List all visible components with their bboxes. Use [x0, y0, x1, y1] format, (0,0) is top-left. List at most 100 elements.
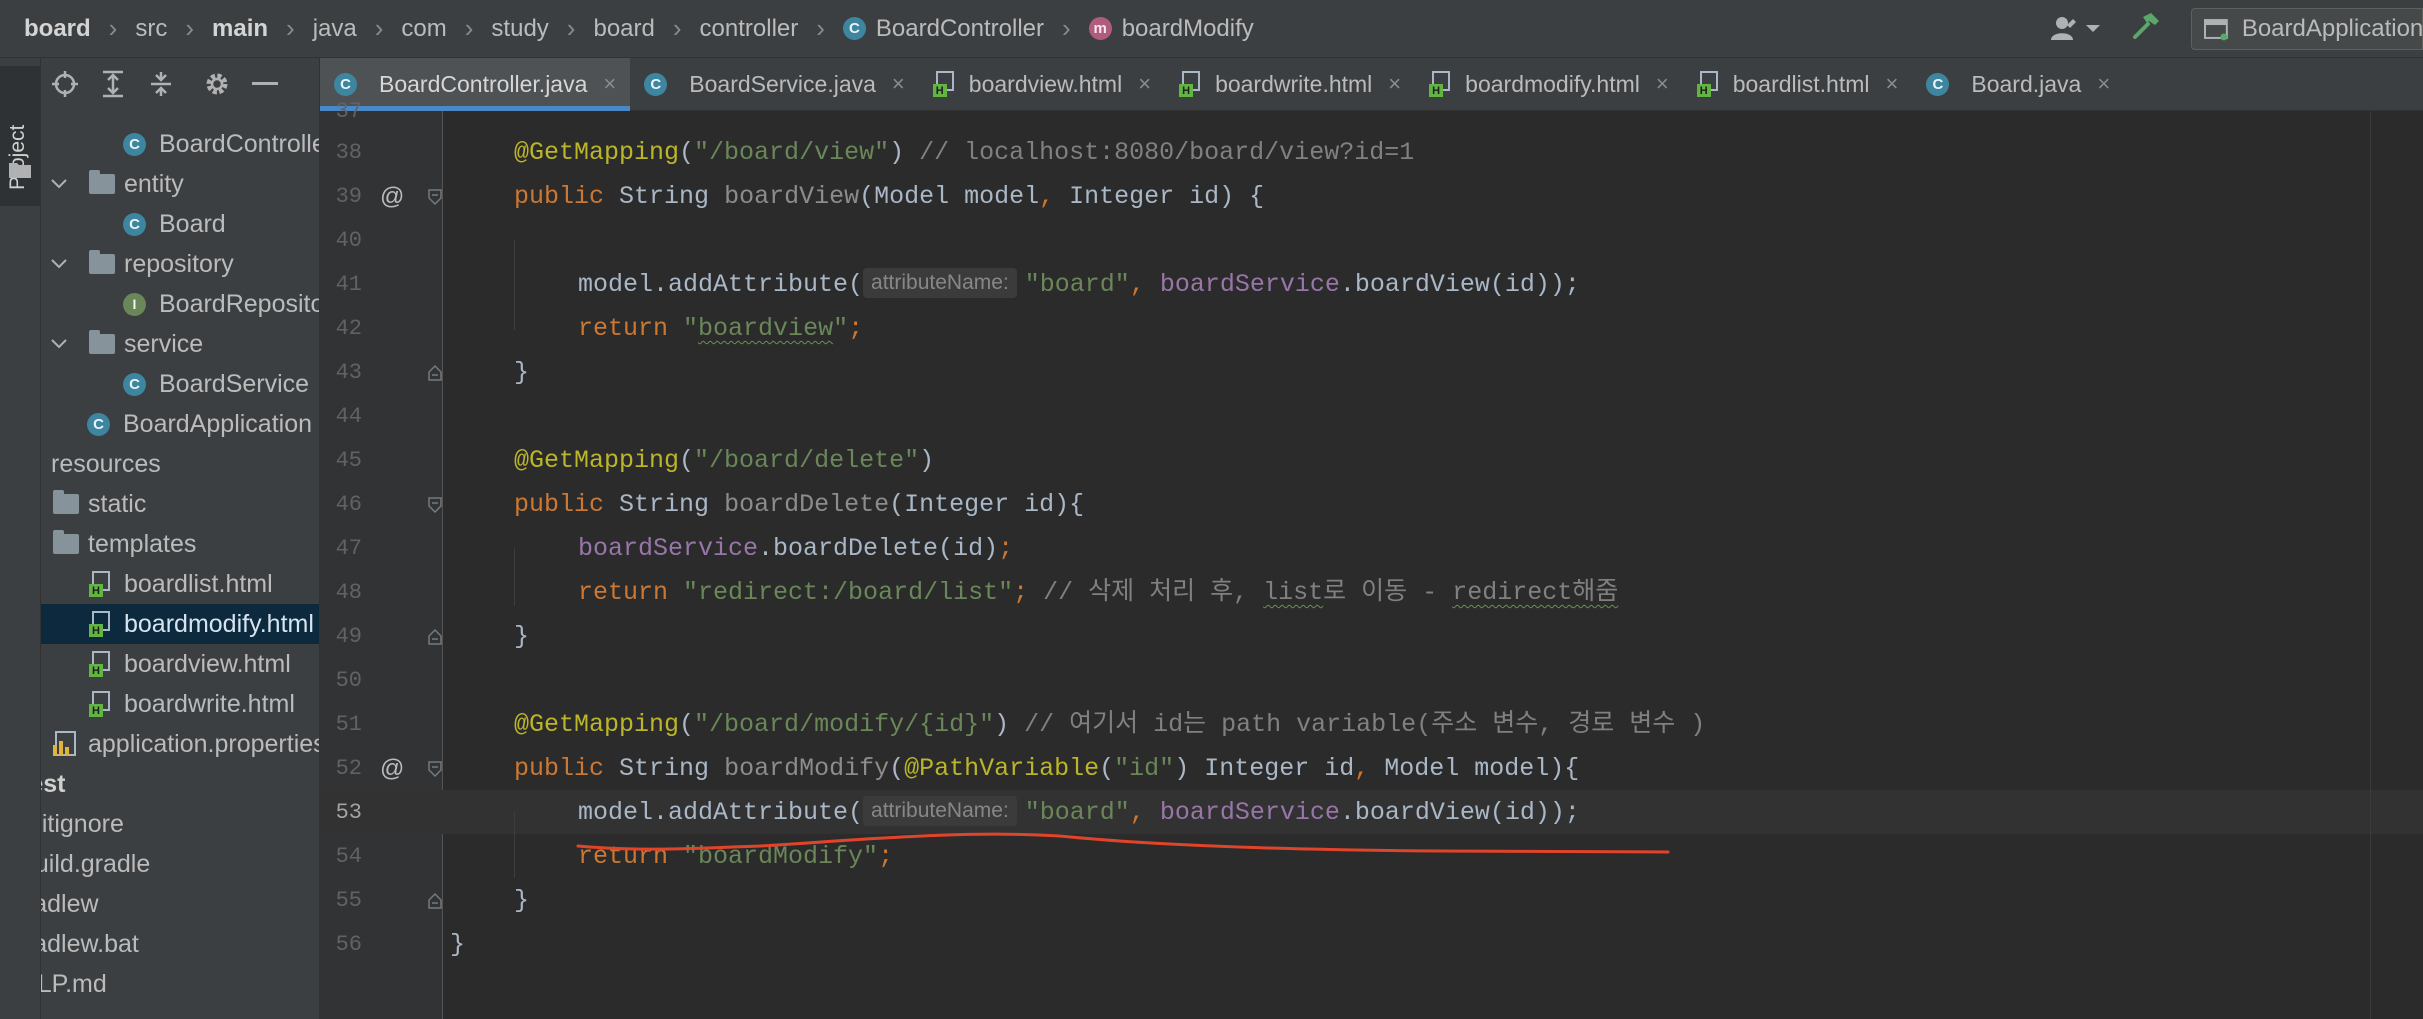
tree-item-file[interactable]: gradlew.bat	[41, 924, 319, 964]
run-configuration-label: BoardApplication	[2241, 14, 2422, 42]
close-icon[interactable]: ×	[1138, 71, 1151, 97]
line-number: 51	[335, 712, 362, 737]
tab-boardwrite-html[interactable]: H boardwrite.html ×	[1165, 58, 1415, 110]
close-icon[interactable]: ×	[1886, 71, 1899, 97]
tool-window-stripe: Project	[0, 58, 41, 1019]
code-token: public	[514, 490, 605, 519]
chevron-right-icon: ›	[108, 13, 118, 43]
tree-item-file[interactable]: .gitignore	[41, 804, 319, 844]
collapse-all-button[interactable]	[137, 58, 185, 110]
breadcrumb-item-method[interactable]: m boardModify	[1088, 15, 1254, 43]
code-line: public String boardModify(@PathVariable(…	[514, 747, 1579, 791]
user-menu-button[interactable]	[2051, 16, 2101, 42]
chevron-down-icon[interactable]	[49, 334, 69, 354]
close-icon[interactable]: ×	[2097, 71, 2110, 97]
tree-item-folder[interactable]: test	[41, 764, 319, 804]
code-token: Integer id	[1189, 754, 1355, 783]
parameter-hint: attributeName:	[863, 796, 1017, 826]
fold-close-icon[interactable]	[428, 629, 442, 645]
tab-boardlist-html[interactable]: H boardlist.html ×	[1683, 58, 1913, 110]
line-number: 39	[335, 184, 362, 209]
chevron-down-icon[interactable]	[49, 254, 69, 274]
breadcrumb-item[interactable]: java	[313, 15, 357, 43]
project-panel-toolbar	[41, 58, 319, 110]
folder-icon	[53, 530, 79, 554]
code-comment: // 여기서 id는 path variable(주소 변수, 경로 변수 )	[1024, 710, 1706, 739]
settings-button[interactable]	[193, 58, 241, 110]
hide-panel-button[interactable]	[241, 58, 289, 110]
tree-item-label: BoardApplication	[123, 409, 313, 438]
tree-item-spring-app[interactable]: C BoardApplication	[41, 404, 319, 444]
close-icon[interactable]: ×	[603, 71, 616, 97]
tab-boardservice-java[interactable]: C BoardService.java ×	[630, 58, 919, 110]
tree-item-file[interactable]: HELP.md	[41, 964, 319, 1004]
close-icon[interactable]: ×	[1656, 71, 1669, 97]
tree-item-folder[interactable]: service	[41, 324, 319, 364]
tab-board-java[interactable]: C Board.java ×	[1912, 58, 2124, 110]
fold-open-icon[interactable]	[428, 189, 442, 205]
line-number: 43	[335, 360, 362, 385]
override-marker-icon[interactable]: @	[380, 747, 404, 791]
line-number: 41	[335, 272, 362, 297]
line-number: 45	[335, 448, 362, 473]
tree-item-file[interactable]: build.gradle	[41, 844, 319, 884]
tree-item-class[interactable]: C BoardService	[41, 364, 319, 404]
fold-close-icon[interactable]	[428, 893, 442, 909]
line-number: 49	[335, 624, 362, 649]
tab-boardmodify-html[interactable]: H boardmodify.html ×	[1415, 58, 1683, 110]
code-token: String	[619, 182, 710, 211]
override-marker-icon[interactable]: @	[380, 175, 404, 219]
code-token: model.addAttribute(	[578, 270, 864, 299]
code-token: (	[679, 446, 695, 475]
breadcrumb-item[interactable]: main	[212, 15, 268, 43]
breadcrumb-item-class[interactable]: C BoardController	[842, 15, 1044, 43]
close-icon[interactable]: ×	[1388, 71, 1401, 97]
tree-item-folder[interactable]: repository	[41, 244, 319, 284]
code-comment: redirect	[1452, 578, 1573, 607]
fold-open-icon[interactable]	[428, 761, 442, 777]
locate-button[interactable]	[41, 58, 89, 110]
code-token: "	[683, 314, 699, 343]
tree-item-class[interactable]: C BoardController	[41, 124, 319, 164]
tree-item-file-selected[interactable]: H boardmodify.html	[41, 604, 319, 644]
code-line: }	[450, 923, 465, 967]
tree-item-file[interactable]: H boardlist.html	[41, 564, 319, 604]
fold-close-icon[interactable]	[428, 365, 442, 381]
code-token: .boardView(id));	[1339, 270, 1580, 299]
expand-all-button[interactable]	[89, 58, 137, 110]
tab-boardview-html[interactable]: H boardview.html ×	[919, 58, 1165, 110]
breadcrumb-item[interactable]: src	[135, 15, 167, 43]
tree-item-file[interactable]: application.properties	[41, 724, 319, 764]
code-token: "redirect:/board/list"	[683, 578, 1014, 607]
build-button[interactable]	[2131, 11, 2161, 46]
tree-item-folder[interactable]: resources	[41, 444, 319, 484]
code-line: public String boardDelete(Integer id){	[514, 483, 1084, 527]
close-icon[interactable]: ×	[892, 71, 905, 97]
breadcrumb-item[interactable]: com	[401, 15, 446, 43]
tree-item-file[interactable]: H boardwrite.html	[41, 684, 319, 724]
tree-item-folder[interactable]: templates	[41, 524, 319, 564]
tab-boardcontroller-java[interactable]: C BoardController.java ×	[320, 58, 631, 111]
code-token: ,	[1129, 270, 1145, 299]
fold-open-icon[interactable]	[428, 497, 442, 513]
tree-item-file[interactable]: H boardview.html	[41, 644, 319, 684]
tree-item-class[interactable]: C Board	[41, 204, 319, 244]
html-file-icon: H	[1696, 71, 1721, 97]
tree-item-label: gradlew.bat	[41, 929, 139, 958]
tree-item-file[interactable]: gradlew	[41, 884, 319, 924]
tree-item-label: entity	[124, 169, 184, 198]
indent-guide	[514, 548, 515, 606]
tree-item-folder[interactable]: entity	[41, 164, 319, 204]
tree-item-folder[interactable]: static	[41, 484, 319, 524]
tree-item-interface[interactable]: I BoardRepository	[41, 284, 319, 324]
breadcrumb-item[interactable]: board	[593, 15, 654, 43]
code-token: }	[450, 930, 466, 959]
breadcrumb-item[interactable]: study	[491, 15, 548, 43]
chevron-down-icon[interactable]	[49, 174, 69, 194]
breadcrumb-item[interactable]: controller	[700, 15, 799, 43]
tree-item-label: Board	[159, 209, 226, 238]
breadcrumb-item[interactable]: board	[24, 15, 91, 43]
tree-item-label: boardview.html	[124, 649, 291, 678]
run-configuration-selector[interactable]: BoardApplication	[2191, 7, 2423, 50]
code-token: (	[679, 710, 695, 739]
